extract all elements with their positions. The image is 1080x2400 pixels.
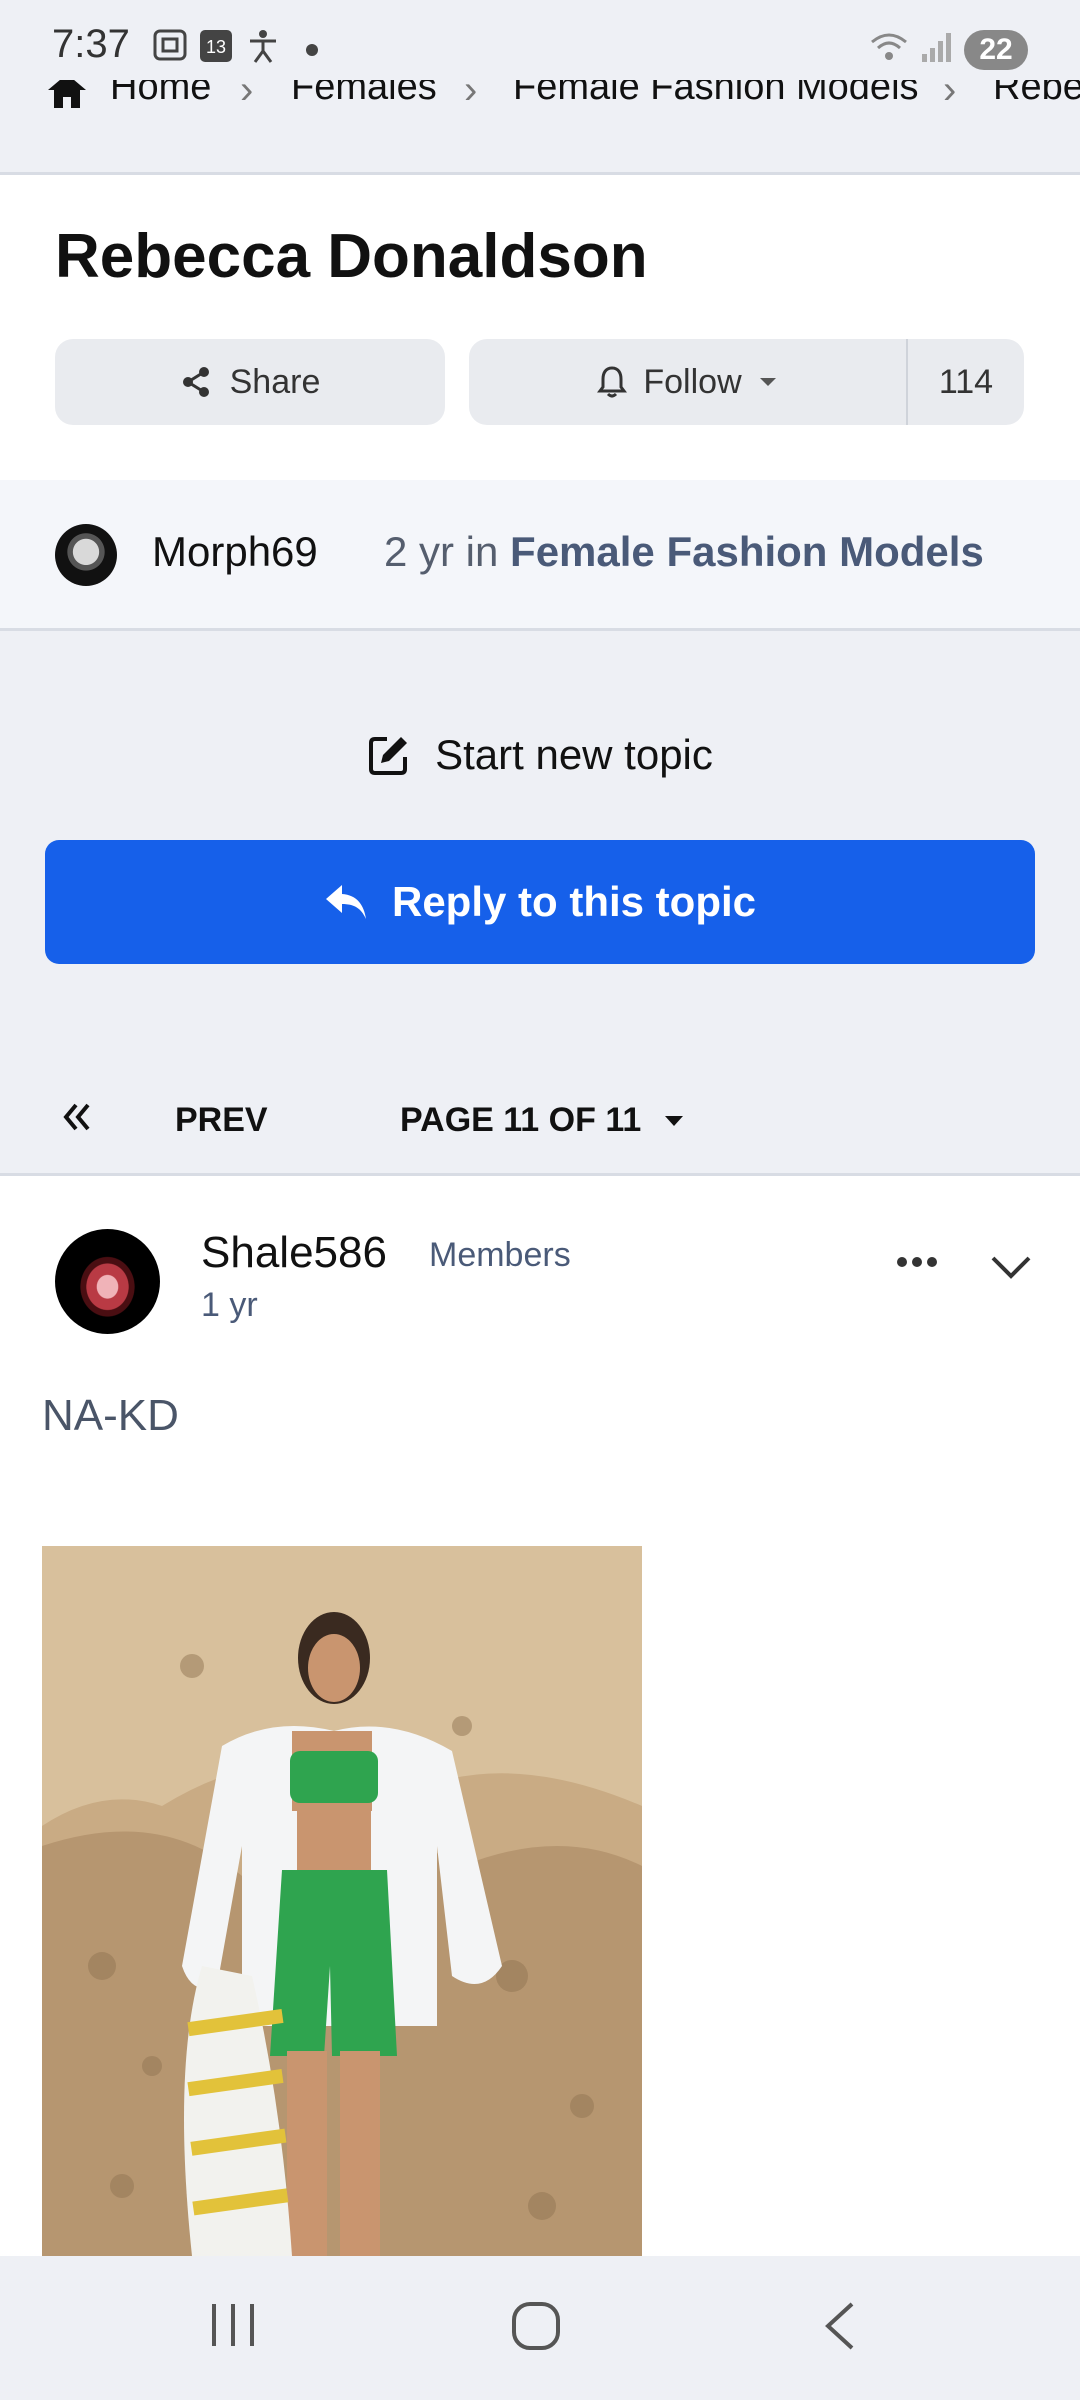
follow-control: Follow 114 [469,339,1024,425]
share-button[interactable]: Share [55,339,445,425]
start-new-topic-button[interactable]: Start new topic [0,731,1080,779]
share-label: Share [229,362,321,401]
post-author-name[interactable]: Shale586 [201,1228,387,1278]
calendar-icon: 13 [200,30,232,62]
page-indicator: PAGE 11 OF 11 [400,1101,642,1139]
caret-down-icon [665,1115,684,1126]
author-avatar[interactable] [55,524,117,586]
breadcrumb-current[interactable]: Rebe [993,80,1080,109]
post-author-avatar[interactable] [55,1229,160,1334]
reply-icon [325,885,366,919]
topic-header: Rebecca Donaldson Share Follow 114 [0,175,1080,483]
notification-dot-icon [306,44,318,56]
prev-page-link[interactable]: PREV [175,1101,268,1140]
breadcrumb-separator-icon: › [240,80,254,112]
recent-apps-icon[interactable] [208,2300,258,2350]
status-bar: 7:37 13 22 [0,0,1080,80]
model-photo [42,1546,642,2256]
share-icon [182,367,209,397]
post-author-group: Members [429,1236,571,1274]
edit-icon [369,737,408,775]
breadcrumb-females[interactable]: Females [291,80,437,109]
reply-button[interactable]: Reply to this topic [45,840,1035,964]
post-age[interactable]: 1 yr [201,1286,258,1325]
battery-indicator: 22 [964,30,1028,70]
caret-down-icon [759,378,776,386]
follow-button[interactable]: Follow [469,339,908,425]
status-time: 7:37 [52,22,130,66]
page-title: Rebecca Donaldson [55,222,648,291]
follow-label: Follow [643,362,742,401]
back-icon[interactable] [820,2300,860,2352]
topic-author-bar: Morph69 2 yr in Female Fashion Models [0,480,1080,631]
pagination: PREV PAGE 11 OF 11 [0,1079,1080,1159]
breadcrumb-separator-icon: › [464,80,478,112]
author-name[interactable]: Morph69 [152,528,318,576]
forum-link[interactable]: Female Fashion Models [510,528,984,575]
breadcrumb-female-fashion-models[interactable]: Female Fashion Models [513,80,919,109]
accessibility-icon [250,30,276,63]
signal-icon [922,33,951,62]
chevron-down-icon[interactable] [990,1254,1032,1280]
post: Shale586 Members 1 yr NA-KD [0,1176,1080,2256]
topic-age: 2 yr in [384,528,499,575]
post-content: NA-KD [42,1391,179,1440]
breadcrumb-separator-icon: › [943,80,957,112]
home-button-icon[interactable] [510,2300,562,2352]
page-selector[interactable]: PAGE 11 OF 11 [400,1101,685,1140]
topic-actions: Start new topic Reply to this topic PREV… [0,631,1080,1176]
start-new-topic-label: Start new topic [435,731,713,778]
system-navigation-bar [0,2256,1080,2400]
reply-label: Reply to this topic [391,878,756,925]
double-chevron-left-icon[interactable] [60,1101,92,1133]
bell-icon [597,366,628,398]
breadcrumb: Home › Females › Female Fashion Models ›… [0,80,1080,175]
breadcrumb-home[interactable]: Home [110,80,211,109]
screenshot-icon [153,29,187,61]
topic-meta: 2 yr in Female Fashion Models [384,528,984,576]
follower-count[interactable]: 114 [908,339,1024,425]
ellipsis-icon[interactable] [895,1254,939,1270]
post-image[interactable] [42,1546,642,2256]
home-icon[interactable] [46,80,88,110]
wifi-icon [871,33,907,60]
